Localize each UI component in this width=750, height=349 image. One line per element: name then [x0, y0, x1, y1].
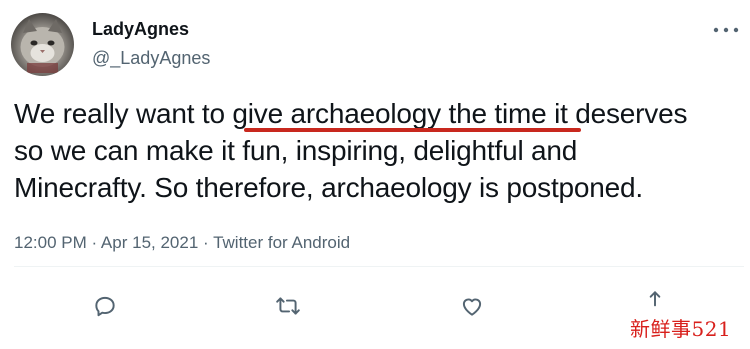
- watermark-logo: 新鲜事521: [630, 317, 732, 341]
- tweet-timestamp-source[interactable]: 12:00 PM · Apr 15, 2021 · Twitter for An…: [14, 233, 350, 253]
- tweet-text-line: Minecrafty. So therefore, archaeology is…: [14, 172, 643, 203]
- share-icon[interactable]: [642, 288, 668, 314]
- more-options-icon[interactable]: [712, 22, 740, 33]
- red-underline-annotation: [244, 128, 581, 132]
- tweet-text-line: We really want to give archaeology the t…: [14, 98, 688, 129]
- retweet-icon[interactable]: [275, 293, 301, 319]
- author-handle[interactable]: @_LadyAgnes: [92, 48, 210, 69]
- avatar[interactable]: [11, 13, 74, 76]
- cat-avatar-icon: [20, 19, 65, 73]
- reply-icon[interactable]: [92, 293, 118, 319]
- tweet-text: We really want to give archaeology the t…: [14, 95, 744, 206]
- divider: [14, 266, 744, 267]
- tweet-text-line: so we can make it fun, inspiring, deligh…: [14, 135, 578, 166]
- like-icon[interactable]: [459, 293, 485, 319]
- author-display-name[interactable]: LadyAgnes: [92, 19, 189, 40]
- tweet-card: LadyAgnes @_LadyAgnes We really want to …: [0, 0, 750, 349]
